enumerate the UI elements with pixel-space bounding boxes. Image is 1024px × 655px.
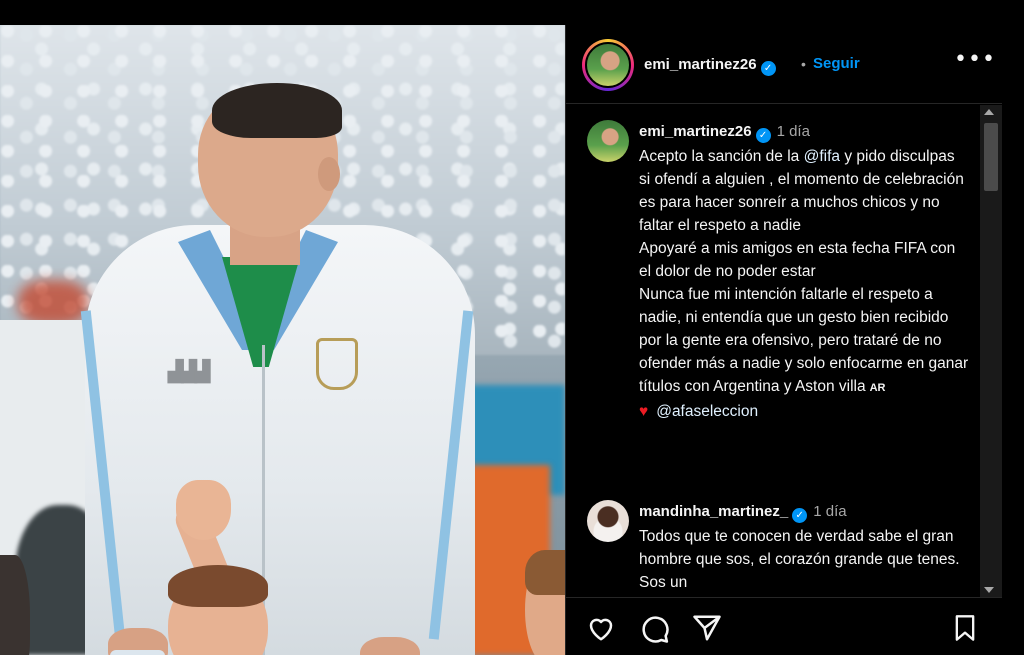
flag-emoji: AR: [869, 382, 886, 394]
caption-username-text[interactable]: emi_martinez26: [639, 123, 752, 140]
caption-avatar[interactable]: [587, 120, 629, 162]
post-photo[interactable]: ▟▟▟: [0, 25, 565, 655]
player-hand: [360, 637, 420, 655]
verified-badge-icon: ✓: [792, 508, 808, 523]
player-ear: [318, 157, 340, 191]
scroll-down-arrow-icon[interactable]: [984, 587, 994, 593]
comments-list[interactable]: emi_martinez26 ✓ 1 día Acepto la sanción d…: [566, 105, 980, 597]
verified-badge-icon: ✓: [760, 61, 776, 76]
mention-fifa[interactable]: @fifa: [804, 148, 840, 165]
header-username-text[interactable]: emi_martinez26: [644, 56, 757, 73]
kid-hair: [168, 565, 268, 607]
scrollbar[interactable]: [980, 105, 1002, 597]
caption-time[interactable]: 1 día: [777, 123, 810, 140]
header-separator: •: [801, 56, 806, 72]
red-heart-icon: ♥: [639, 403, 649, 420]
avatar[interactable]: [585, 42, 631, 88]
mention-afaseleccion[interactable]: @afaseleccion: [656, 403, 758, 420]
story-ring[interactable]: [582, 39, 634, 91]
caption-username[interactable]: emi_martinez26 ✓ 1 día: [639, 123, 810, 143]
caption-part: Acepto la sanción de la: [639, 148, 804, 165]
post-header: emi_martinez26 ✓ • Seguir •••: [566, 25, 1002, 104]
caption-part: Apoyaré a mis amigos en esta fecha FIFA …: [639, 240, 956, 280]
post-side-panel: emi_martinez26 ✓ • Seguir ••• emi_martine…: [565, 25, 1002, 655]
comment-icon[interactable]: [640, 614, 670, 644]
comment-avatar[interactable]: [587, 500, 629, 542]
scrollbar-thumb[interactable]: [984, 123, 998, 191]
more-horizontal-icon[interactable]: •••: [954, 47, 996, 72]
player-hair: [212, 83, 342, 138]
caption-part: Nunca fue mi intención faltarle el respe…: [639, 286, 969, 395]
brand-logo: ▟▟▟: [168, 361, 210, 383]
crowd-detail: [18, 280, 88, 325]
verified-badge-icon: ✓: [755, 128, 771, 143]
player-cuff: [110, 650, 165, 655]
heart-icon[interactable]: [586, 614, 616, 642]
follow-button[interactable]: Seguir: [813, 55, 860, 72]
afa-crest: [316, 338, 358, 390]
caption-text: Acepto la sanción de la @fifa y pido dis…: [639, 145, 969, 423]
comment-text: Todos que te conocen de verdad sabe el g…: [639, 528, 960, 591]
bookmark-icon[interactable]: [952, 614, 978, 642]
comment-username-text[interactable]: mandinha_martinez_: [639, 503, 788, 520]
second-kid-hair: [525, 550, 565, 595]
send-icon[interactable]: [692, 614, 722, 642]
scroll-up-arrow-icon[interactable]: [984, 109, 994, 115]
comment-username[interactable]: mandinha_martinez_ ✓ 1 día: [639, 503, 847, 523]
comment-time[interactable]: 1 día: [813, 503, 846, 520]
action-bar: [566, 597, 1002, 655]
header-username[interactable]: emi_martinez26 ✓: [644, 56, 776, 76]
kid-hand: [176, 480, 231, 540]
